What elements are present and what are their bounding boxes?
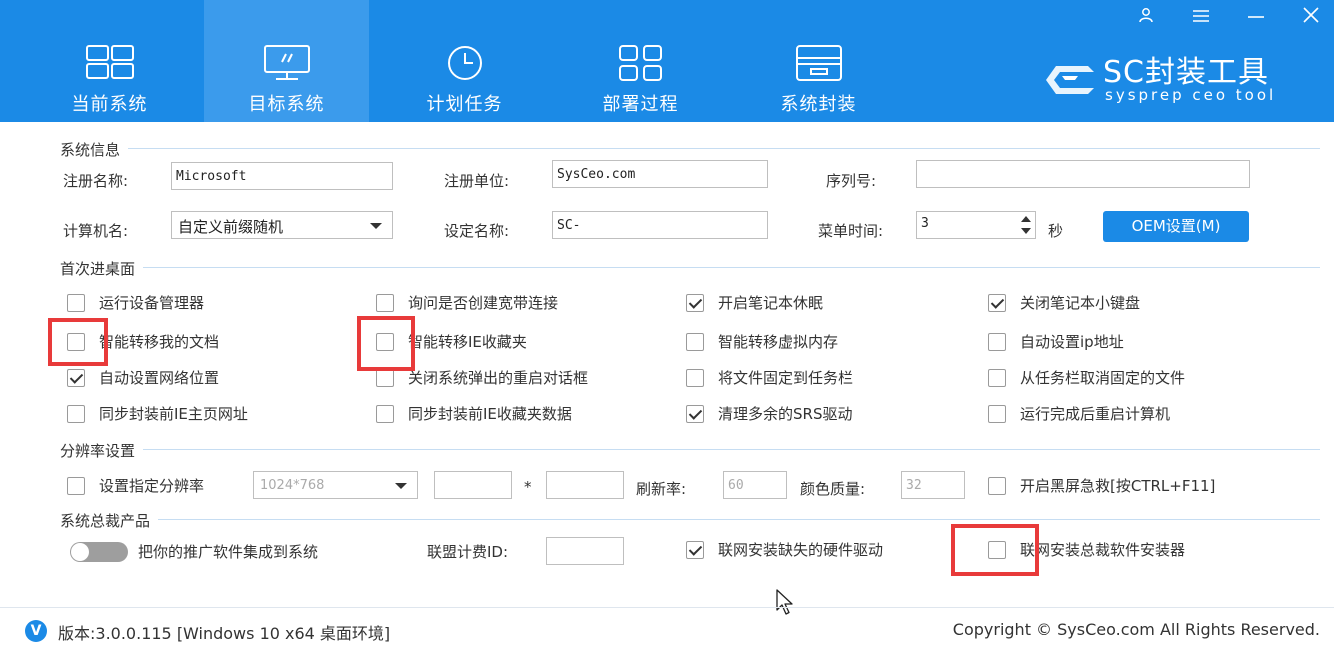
set-name-input[interactable] — [552, 211, 768, 239]
computer-name-value: 自定义前缀随机 — [178, 218, 284, 236]
reg-org-input[interactable] — [552, 160, 768, 188]
version-text: 版本:3.0.0.115 [Windows 10 x64 桌面环境] — [58, 624, 391, 643]
sc-logo-icon — [1046, 66, 1094, 94]
checkbox-clean-srs-drivers[interactable]: 清理多余的SRS驱动 — [686, 403, 906, 425]
integrate-software-label: 把你的推广软件集成到系统 — [138, 543, 319, 561]
reg-name-label: 注册名称: — [63, 172, 129, 190]
reg-name-input[interactable] — [171, 162, 393, 190]
section-divider — [60, 148, 1320, 149]
chevron-down-icon — [370, 223, 382, 229]
checkbox-install-hw-drivers[interactable]: 联网安装缺失的硬件驱动 — [686, 539, 946, 561]
brand-title: SC封装工具 — [1103, 55, 1269, 90]
serial-input[interactable] — [916, 160, 1250, 188]
resolution-width-input[interactable] — [434, 471, 512, 499]
version-badge-icon: V — [25, 620, 47, 642]
section-title-resolution: 分辨率设置 — [60, 440, 144, 461]
spinner-arrows-icon[interactable] — [1019, 214, 1033, 236]
tab-system-package[interactable]: 系统封装 — [736, 0, 901, 122]
tab-scheduled-tasks[interactable]: 计划任务 — [382, 0, 547, 122]
footer-divider — [0, 607, 1334, 608]
tab-label: 当前系统 — [71, 94, 148, 115]
menu-time-value: 3 — [921, 216, 929, 231]
tab-current-system[interactable]: 当前系统 — [27, 0, 192, 122]
checkbox-close-restart-dialog[interactable]: 关闭系统弹出的重启对话框 — [376, 367, 666, 389]
affiliate-id-input[interactable] — [546, 537, 624, 565]
highlight-box — [48, 318, 108, 366]
checkbox-close-numpad[interactable]: 关闭笔记本小键盘 — [988, 292, 1228, 314]
windows-logo-icon — [85, 45, 134, 79]
checkbox-run-device-manager[interactable]: 运行设备管理器 — [67, 292, 287, 314]
resolution-value: 1024*768 — [260, 478, 325, 493]
checkbox-move-virtual-memory[interactable]: 智能转移虚拟内存 — [686, 331, 906, 353]
tab-label: 部署过程 — [602, 94, 679, 115]
refresh-rate-label: 刷新率: — [636, 480, 687, 498]
user-icon[interactable] — [1131, 6, 1161, 30]
tab-target-system[interactable]: 目标系统 — [204, 0, 369, 122]
section-divider — [60, 449, 1320, 450]
checkbox-pin-to-taskbar[interactable]: 将文件固定到任务栏 — [686, 367, 906, 389]
color-quality-input[interactable] — [901, 471, 965, 499]
package-box-icon — [795, 45, 842, 81]
refresh-rate-input[interactable] — [723, 471, 787, 499]
monitor-icon — [263, 45, 310, 80]
menu-time-stepper[interactable]: 3 — [916, 211, 1036, 239]
brand-logo: SC封装工具 sysprep ceo tool — [1038, 56, 1318, 106]
checkbox-auto-network-location[interactable]: 自动设置网络位置 — [67, 367, 287, 389]
tab-label: 系统封装 — [780, 94, 857, 115]
tab-label: 计划任务 — [426, 94, 503, 115]
section-divider — [60, 519, 1320, 520]
checkbox-restart-after-finish[interactable]: 运行完成后重启计算机 — [988, 403, 1238, 425]
checkbox-set-resolution[interactable]: 设置指定分辨率 — [67, 475, 247, 497]
highlight-box — [951, 524, 1039, 576]
checkbox-ask-broadband[interactable]: 询问是否创建宽带连接 — [376, 292, 636, 314]
checkbox-sync-ie-homepage[interactable]: 同步封装前IE主页网址 — [67, 403, 307, 425]
oem-settings-button[interactable]: OEM设置(M) — [1103, 211, 1249, 242]
mouse-cursor-icon — [776, 589, 793, 615]
checkbox-laptop-hibernate[interactable]: 开启笔记本休眠 — [686, 292, 906, 314]
app-header: 当前系统 目标系统 计划任务 部署过程 系统封装 SC封装工具 sysprep … — [0, 0, 1334, 122]
minimize-icon[interactable] — [1241, 6, 1271, 30]
set-name-label: 设定名称: — [444, 222, 510, 240]
checkbox-unpin-from-taskbar[interactable]: 从任务栏取消固定的文件 — [988, 367, 1258, 389]
menu-time-label: 菜单时间: — [818, 222, 884, 240]
resolution-select[interactable]: 1024*768 — [253, 471, 418, 499]
checkbox-sync-ie-favorites[interactable]: 同步封装前IE收藏夹数据 — [376, 403, 646, 425]
highlight-box — [357, 316, 415, 371]
grid-icon — [618, 45, 662, 81]
serial-label: 序列号: — [826, 172, 877, 190]
section-title-first-desktop: 首次进桌面 — [60, 258, 144, 279]
section-divider — [60, 267, 1320, 268]
menu-time-unit: 秒 — [1048, 222, 1064, 240]
color-quality-label: 颜色质量: — [800, 480, 866, 498]
reg-org-label: 注册单位: — [444, 172, 510, 190]
copyright-text: Copyright © SysCeo.com All Rights Reserv… — [952, 620, 1320, 639]
affiliate-id-label: 联盟计费ID: — [427, 543, 509, 561]
section-title-products: 系统总裁产品 — [60, 510, 159, 531]
integrate-software-toggle[interactable] — [70, 542, 128, 562]
tab-deployment-process[interactable]: 部署过程 — [558, 0, 723, 122]
section-title-system-info: 系统信息 — [60, 139, 129, 160]
close-icon[interactable] — [1296, 6, 1326, 30]
brand-subtitle: sysprep ceo tool — [1105, 86, 1277, 104]
resolution-height-input[interactable] — [546, 471, 624, 499]
computer-name-label: 计算机名: — [63, 222, 129, 240]
computer-name-select[interactable]: 自定义前缀随机 — [171, 211, 393, 239]
hamburger-menu-icon[interactable] — [1186, 6, 1216, 30]
clock-icon — [447, 46, 482, 80]
checkbox-auto-ip[interactable]: 自动设置ip地址 — [988, 331, 1208, 353]
checkbox-black-screen-rescue[interactable]: 开启黑屏急救[按CTRL+F11] — [988, 475, 1278, 497]
chevron-down-icon — [395, 483, 407, 489]
tab-label: 目标系统 — [248, 94, 325, 115]
times-sign: * — [524, 478, 532, 496]
